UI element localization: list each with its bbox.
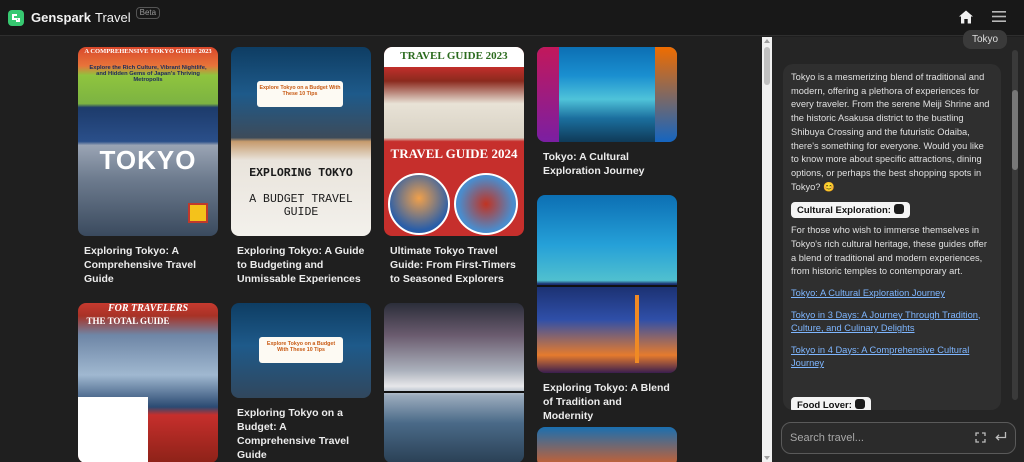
guide-card-image: A COMPREHENSIVE TOKYO GUIDE 2023 Explore…	[78, 47, 218, 236]
guide-card-image: FOR TRAVELERS THE TOTAL GUIDE	[78, 303, 218, 462]
brand-name[interactable]: Genspark	[31, 10, 91, 25]
product-name: Travel	[94, 10, 131, 25]
guide-card[interactable]: Explore Tokyo on a Budget With These 10 …	[231, 303, 371, 462]
guide-card[interactable]	[384, 303, 524, 462]
genspark-logo-icon[interactable]	[8, 9, 24, 26]
guide-card-image	[537, 195, 677, 373]
card-overlay-heading: FOR TRAVELERS	[107, 303, 189, 314]
card-overlay-heading: TRAVEL GUIDE 2023	[400, 50, 508, 62]
card-overlay-title: EXPLORING TOKYO	[249, 167, 353, 180]
chat-bubble-icon	[854, 398, 865, 409]
chat-bubble-icon	[893, 204, 904, 215]
search-input[interactable]	[790, 429, 960, 447]
tower-shape	[635, 295, 639, 363]
guide-card-image: Explore Tokyo on a Budget With These 10 …	[231, 47, 371, 236]
neon-sign-right	[655, 47, 677, 142]
results-scrollbar[interactable]	[762, 37, 772, 462]
guide-card[interactable]: FOR TRAVELERS THE TOTAL GUIDE	[78, 303, 218, 462]
guide-card-image	[537, 47, 677, 142]
beta-badge: Beta	[135, 6, 161, 19]
section-tag-cultural: Cultural Exploration:	[791, 202, 910, 219]
enter-icon[interactable]	[994, 431, 1007, 443]
guide-card-title[interactable]: Tokyo: A Cultural Exploration Journey	[537, 150, 677, 178]
card-overlay-subheading: Explore the Rich Culture, Vibrant Nightl…	[89, 65, 207, 83]
section-tag-label: Food Lover:	[797, 399, 852, 410]
section-description: For those who wish to immerse themselves…	[791, 225, 987, 277]
home-icon[interactable]	[958, 9, 974, 25]
guide-results-pane[interactable]: A COMPREHENSIVE TOKYO GUIDE 2023 Explore…	[0, 37, 762, 462]
guide-card-title[interactable]: Exploring Tokyo on a Budget: A Comprehen…	[231, 406, 371, 462]
guide-card-title[interactable]: Exploring Tokyo: A Guide to Budgeting an…	[231, 244, 371, 286]
chat-scrollbar[interactable]	[1012, 50, 1018, 400]
guide-link[interactable]: Tokyo in 4 Days: A Comprehensive Cultura…	[791, 344, 993, 371]
guide-card[interactable]: Tokyo: A Cultural Exploration Journey	[537, 47, 677, 178]
card-overlay-title: TRAVEL GUIDE 2024	[390, 146, 518, 161]
guide-card-image: Explore Tokyo on a Budget With These 10 …	[231, 303, 371, 398]
guide-card[interactable]: Explore Tokyo on a Budget With These 10 …	[231, 47, 371, 286]
guide-card[interactable]: TRAVEL GUIDE 2023 TRAVEL GUIDE 2024 Ulti…	[384, 47, 524, 286]
section-tag-label: Cultural Exploration:	[797, 205, 891, 217]
guide-card[interactable]	[537, 427, 677, 462]
assistant-message: Tokyo is a mesmerizing blend of traditio…	[783, 64, 1001, 410]
scrollbar-thumb[interactable]	[764, 47, 770, 85]
guide-card[interactable]: A COMPREHENSIVE TOKYO GUIDE 2023 Explore…	[78, 47, 218, 286]
guide-card[interactable]: Exploring Tokyo: A Blend of Tradition an…	[537, 195, 677, 423]
guide-link[interactable]: Tokyo in 3 Days: A Journey Through Tradi…	[791, 309, 993, 336]
chat-scrollbar-thumb[interactable]	[1012, 90, 1018, 170]
sign-decoration	[188, 203, 208, 223]
card-overlay-subtitle: A BUDGET TRAVEL GUIDE	[249, 193, 353, 219]
tower-photo	[388, 173, 450, 235]
card-overlay-chip: Explore Tokyo on a Budget With These 10 …	[266, 341, 336, 353]
card-overlay-heading: A COMPREHENSIVE TOKYO GUIDE 2023	[84, 48, 212, 55]
guide-card-image	[537, 427, 677, 462]
expand-icon[interactable]	[975, 432, 986, 443]
top-bar: Genspark Travel Beta	[0, 0, 1024, 36]
guide-link[interactable]: Tokyo: A Cultural Exploration Journey	[791, 287, 993, 301]
guide-card-image	[384, 303, 524, 462]
card-overlay-subheading: THE TOTAL GUIDE	[86, 316, 170, 326]
white-panel	[78, 397, 148, 462]
collage-divider	[384, 391, 524, 393]
pagoda-photo	[454, 173, 518, 235]
neon-sign-left	[537, 47, 559, 142]
guide-card-title[interactable]: Exploring Tokyo: A Blend of Tradition an…	[537, 381, 677, 423]
hamburger-menu-icon[interactable]	[992, 10, 1006, 23]
guide-card-title[interactable]: Exploring Tokyo: A Comprehensive Travel …	[78, 244, 218, 286]
assistant-intro-text: Tokyo is a mesmerizing blend of traditio…	[791, 72, 990, 192]
card-overlay-chip: Explore Tokyo on a Budget With These 10 …	[259, 85, 341, 97]
collage-divider	[537, 285, 677, 287]
section-tag-food: Food Lover:	[791, 396, 871, 410]
scroll-down-arrow-icon[interactable]	[764, 456, 770, 460]
guide-card-image: TRAVEL GUIDE 2023 TRAVEL GUIDE 2024	[384, 47, 524, 236]
card-overlay-title: TOKYO	[99, 145, 197, 175]
scroll-up-arrow-icon[interactable]	[764, 39, 770, 43]
guide-card-title[interactable]: Ultimate Tokyo Travel Guide: From First-…	[384, 244, 524, 286]
user-message: Tokyo	[963, 30, 1008, 49]
